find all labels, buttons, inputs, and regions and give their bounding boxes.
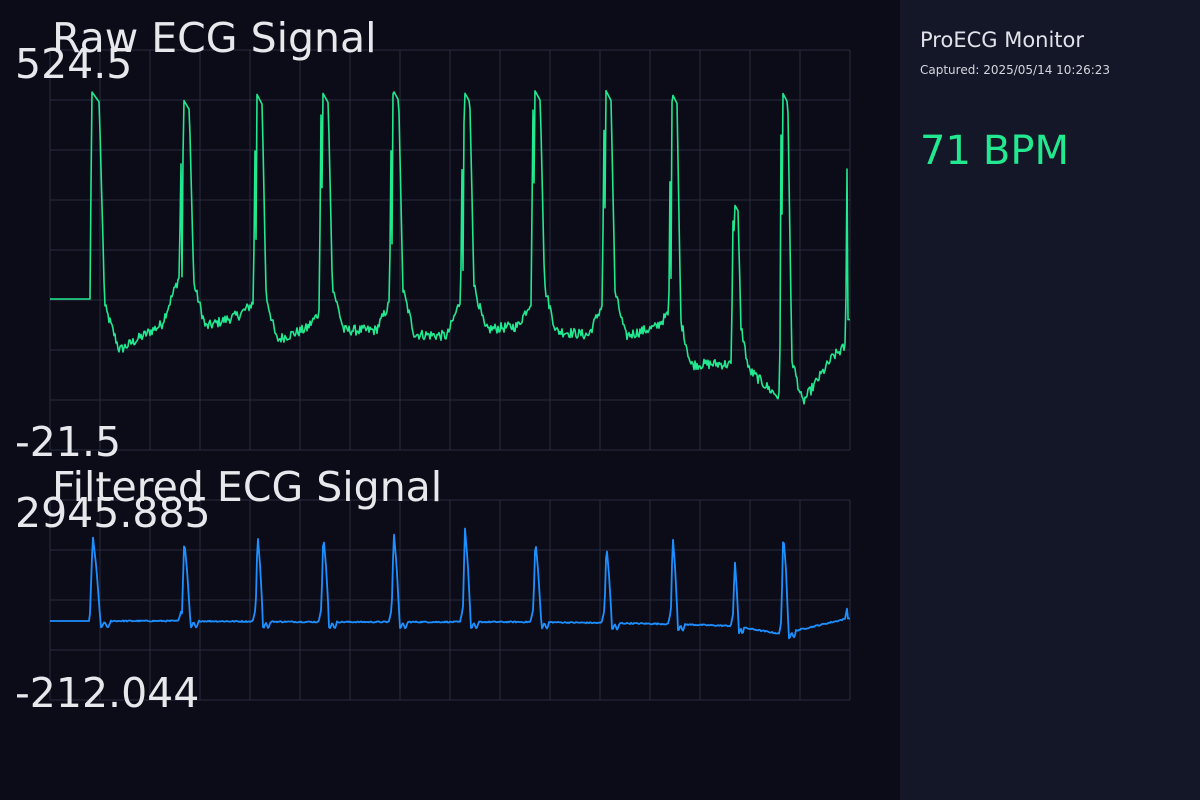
raw-grid bbox=[49, 49, 851, 451]
filtered-ecg-chart: Filtered ECG Signal 2945.885 -212.044 bbox=[15, 463, 851, 717]
capture-timestamp: Captured: 2025/05/14 10:26:23 bbox=[920, 63, 1111, 77]
heart-rate-unit: BPM bbox=[982, 128, 1069, 174]
raw-ymin-label: -21.5 bbox=[15, 418, 121, 466]
heart-rate-readout: 71 BPM bbox=[920, 128, 1069, 174]
ecg-charts: Raw ECG Signal 524.5 -21.5 Filtered ECG … bbox=[15, 14, 851, 717]
raw-ecg-chart: Raw ECG Signal 524.5 -21.5 bbox=[15, 14, 851, 466]
sidebar: ProECG Monitor Captured: 2025/05/14 10:2… bbox=[900, 0, 1200, 800]
app-title: ProECG Monitor bbox=[920, 28, 1085, 52]
filtered-ymin-label: -212.044 bbox=[15, 669, 199, 717]
raw-ymax-label: 524.5 bbox=[15, 40, 132, 88]
heart-rate-value: 71 bbox=[920, 128, 971, 174]
main-area: Raw ECG Signal 524.5 -21.5 Filtered ECG … bbox=[0, 0, 900, 800]
filtered-ymax-label: 2945.885 bbox=[15, 489, 211, 537]
